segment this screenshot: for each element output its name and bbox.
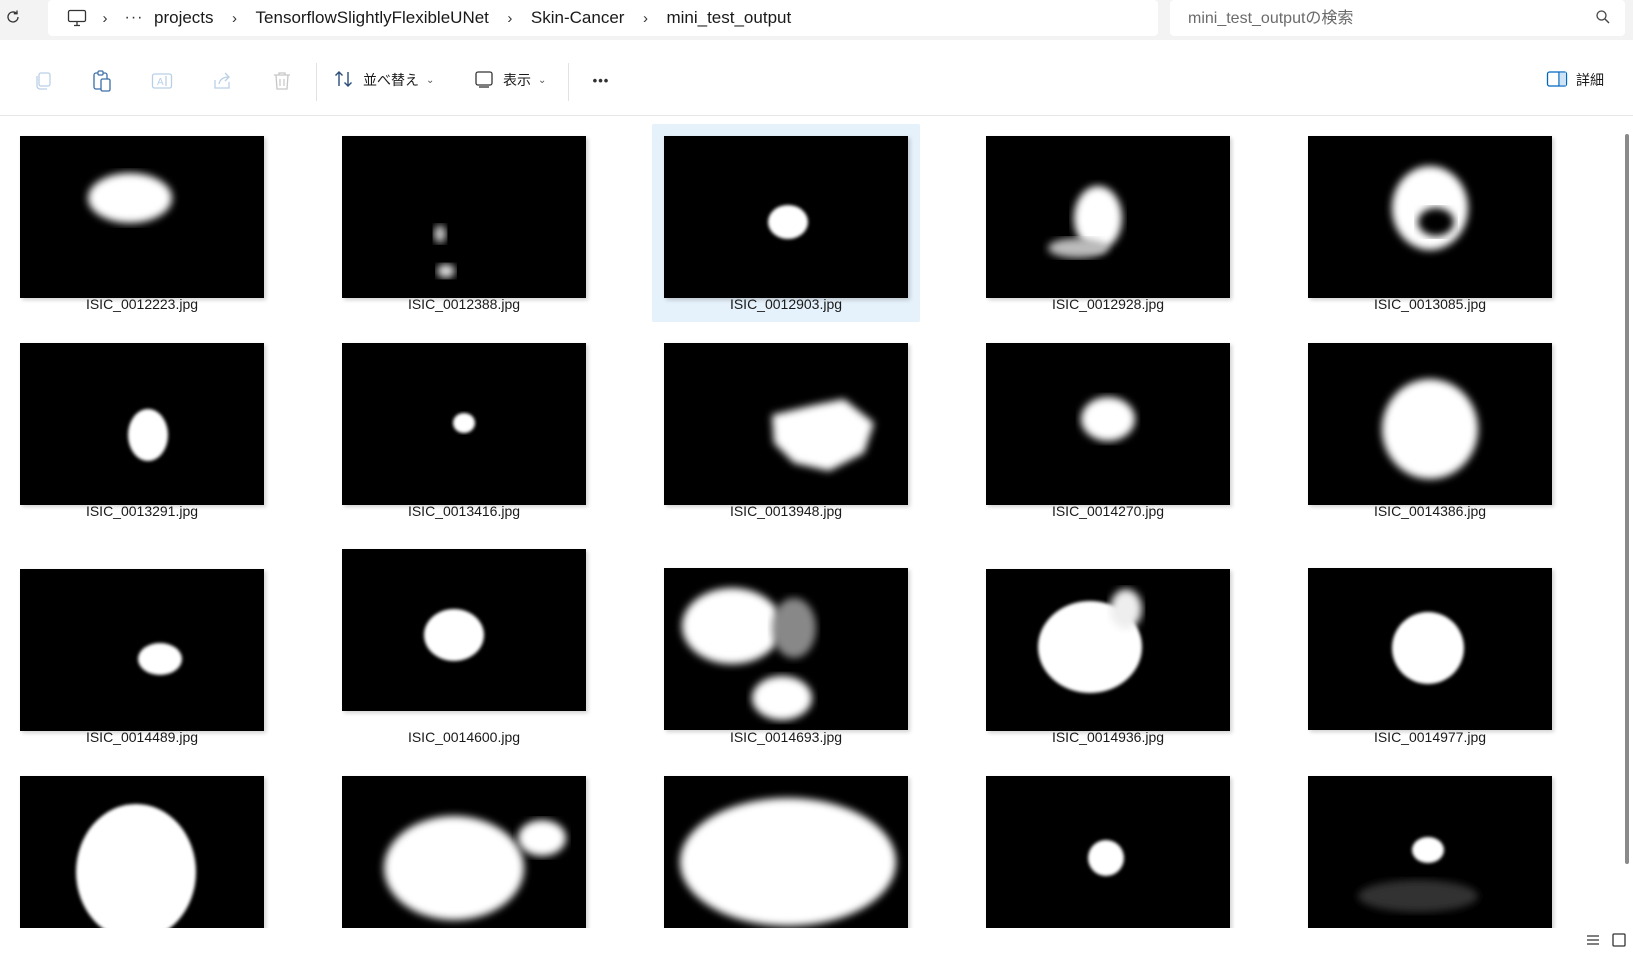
file-name[interactable]: ISIC_0014270.jpg	[972, 503, 1244, 519]
chevron-right-icon[interactable]: ›	[90, 10, 120, 27]
file-thumbnail[interactable]	[342, 776, 586, 928]
search-icon[interactable]	[1595, 9, 1613, 27]
file-name[interactable]: ISIC_0014693.jpg	[650, 729, 922, 745]
details-label: 詳細	[1576, 72, 1604, 88]
file-thumbnail[interactable]	[986, 343, 1230, 505]
file-thumbnail[interactable]	[986, 569, 1230, 731]
file-thumbnail[interactable]	[664, 568, 908, 730]
address-bar-row: › ··· projects › TensorflowSlightlyFlexi…	[0, 0, 1633, 40]
details-pane-button[interactable]: 詳細	[1546, 65, 1604, 95]
refresh-icon[interactable]	[2, 6, 24, 28]
file-name[interactable]: ISIC_0014977.jpg	[1294, 729, 1566, 745]
view-button[interactable]: 表示 ⌄	[474, 65, 546, 95]
file-thumbnail[interactable]	[20, 343, 264, 505]
share-icon[interactable]	[210, 69, 234, 93]
breadcrumb[interactable]: › ··· projects › TensorflowSlightlyFlexi…	[48, 0, 1158, 36]
copy-icon[interactable]	[31, 69, 55, 93]
file-thumbnail[interactable]	[1308, 568, 1552, 730]
breadcrumb-item-skin-cancer[interactable]: Skin-Cancer	[525, 8, 631, 28]
file-thumbnail[interactable]	[20, 776, 264, 928]
file-name[interactable]: ISIC_0014936.jpg	[972, 729, 1244, 745]
file-grid[interactable]: ISIC_0012223.jpg ISIC_0012388.jpg ISIC_001…	[0, 116, 1618, 928]
status-bar	[0, 928, 1633, 952]
this-pc-icon[interactable]	[64, 5, 90, 31]
file-thumbnail[interactable]	[664, 343, 908, 505]
file-thumbnail[interactable]	[664, 136, 908, 298]
file-thumbnail[interactable]	[664, 776, 908, 928]
view-icon	[474, 70, 494, 91]
file-thumbnail[interactable]	[1308, 343, 1552, 505]
file-name[interactable]: ISIC_0014489.jpg	[6, 729, 278, 745]
paste-icon[interactable]	[90, 69, 114, 93]
sort-icon	[334, 70, 354, 91]
rename-icon[interactable]: A	[150, 69, 174, 93]
file-name[interactable]: ISIC_0012388.jpg	[328, 296, 600, 312]
file-thumbnail[interactable]	[20, 136, 264, 298]
file-thumbnail[interactable]	[20, 569, 264, 731]
file-name[interactable]: ISIC_0012903.jpg	[650, 296, 922, 312]
file-thumbnail[interactable]	[1308, 136, 1552, 298]
file-name[interactable]: ISIC_0013416.jpg	[328, 503, 600, 519]
breadcrumb-item-projects[interactable]: projects	[148, 8, 220, 28]
file-thumbnail[interactable]	[342, 136, 586, 298]
search-box[interactable]	[1170, 0, 1625, 36]
chevron-down-icon: ⌄	[538, 74, 547, 86]
sort-button[interactable]: 並べ替え ⌄	[334, 65, 434, 95]
file-name[interactable]: ISIC_0014386.jpg	[1294, 503, 1566, 519]
breadcrumb-item-current[interactable]: mini_test_output	[660, 8, 797, 28]
file-thumbnail[interactable]	[1308, 776, 1552, 928]
file-name[interactable]: ISIC_0013085.jpg	[1294, 296, 1566, 312]
vertical-scrollbar[interactable]	[1620, 116, 1633, 928]
file-thumbnail[interactable]	[342, 549, 586, 711]
file-name[interactable]: ISIC_0013948.jpg	[650, 503, 922, 519]
scrollbar-thumb[interactable]	[1625, 134, 1629, 864]
toolbar-divider	[316, 63, 317, 101]
file-thumbnail[interactable]	[986, 776, 1230, 928]
view-label: 表示	[503, 72, 531, 88]
delete-icon[interactable]	[270, 69, 294, 93]
file-name[interactable]: ISIC_0012928.jpg	[972, 296, 1244, 312]
sort-label: 並べ替え	[363, 72, 419, 88]
chevron-right-icon[interactable]: ›	[630, 10, 660, 27]
chevron-right-icon[interactable]: ›	[220, 10, 250, 27]
more-options-button[interactable]: •••	[588, 67, 614, 93]
breadcrumb-item-unet[interactable]: TensorflowSlightlyFlexibleUNet	[250, 8, 495, 28]
svg-text:A: A	[157, 77, 164, 88]
file-thumbnail[interactable]	[986, 136, 1230, 298]
file-name[interactable]: ISIC_0014600.jpg	[328, 729, 600, 745]
file-name[interactable]: ISIC_0012223.jpg	[6, 296, 278, 312]
command-bar: A 並べ替え ⌄ 表示 ⌄ ••• 詳細	[0, 47, 1633, 116]
details-view-icon[interactable]	[1585, 932, 1601, 948]
breadcrumb-overflow-button[interactable]: ···	[120, 9, 148, 27]
file-name[interactable]: ISIC_0013291.jpg	[6, 503, 278, 519]
details-pane-icon	[1546, 70, 1568, 91]
chevron-down-icon: ⌄	[426, 74, 435, 86]
large-icons-view-icon[interactable]	[1611, 932, 1627, 948]
toolbar-divider	[568, 63, 569, 101]
search-input[interactable]	[1186, 8, 1580, 30]
file-thumbnail[interactable]	[342, 343, 586, 505]
chevron-right-icon[interactable]: ›	[495, 10, 525, 27]
